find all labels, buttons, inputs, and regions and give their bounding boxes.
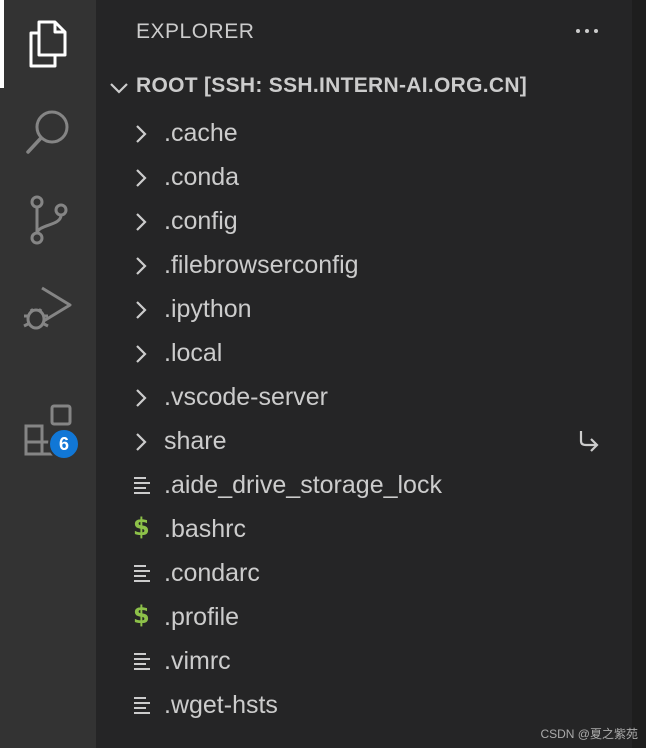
chevron-right-icon [134, 167, 148, 194]
folder-item[interactable]: .cache [96, 111, 632, 155]
file-item[interactable]: $ .bashrc [96, 507, 632, 551]
chevron-down-icon [108, 78, 130, 103]
watermark: CSDN @夏之紫苑 [540, 727, 638, 741]
folder-item[interactable]: .filebrowserconfig [96, 243, 632, 287]
folder-label: .ipython [164, 295, 252, 323]
editor-edge [632, 0, 646, 748]
ellipsis-icon [576, 29, 580, 33]
shell-dollar-icon: $ [133, 601, 150, 629]
folder-label: share [164, 427, 227, 455]
activity-run-debug[interactable] [0, 264, 96, 352]
text-file-icon [132, 649, 152, 678]
file-label: .bashrc [164, 515, 246, 543]
file-item[interactable]: .wget-hsts [96, 683, 632, 727]
chevron-right-icon [134, 211, 148, 238]
shell-dollar-icon: $ [133, 513, 150, 541]
file-label: .vimrc [164, 647, 231, 675]
text-file-icon [132, 473, 152, 502]
text-file-icon [132, 693, 152, 722]
more-actions-button[interactable] [570, 14, 604, 48]
source-control-icon [25, 194, 71, 246]
run-debug-icon [22, 282, 74, 334]
folder-label: .config [164, 207, 238, 235]
chevron-right-icon [134, 387, 148, 414]
folder-label: .local [164, 339, 223, 367]
folder-item[interactable]: .ipython [96, 287, 632, 331]
activity-search[interactable] [0, 88, 96, 176]
text-file-icon [132, 561, 152, 590]
folder-label: .cache [164, 119, 238, 147]
file-item[interactable]: $ .profile [96, 595, 632, 639]
search-icon [23, 107, 73, 157]
file-item[interactable]: .aide_drive_storage_lock [96, 463, 632, 507]
workspace-root[interactable]: ROOT [SSH: SSH.INTERN-AI.ORG.CN] [96, 66, 632, 110]
folder-item[interactable]: .vscode-server [96, 375, 632, 419]
file-label: .condarc [164, 559, 260, 587]
folder-item[interactable]: .config [96, 199, 632, 243]
folder-label: .vscode-server [164, 383, 328, 411]
file-label: .aide_drive_storage_lock [164, 471, 442, 499]
file-item[interactable]: .vimrc [96, 639, 632, 683]
symlink-arrow-icon [576, 429, 600, 458]
explorer-sidebar: EXPLORER ROOT [SSH: SSH.INTERN-AI.ORG.CN… [96, 0, 632, 748]
folder-item[interactable]: .local [96, 331, 632, 375]
chevron-right-icon [134, 431, 148, 458]
folder-label: .filebrowserconfig [164, 251, 359, 279]
activity-bar: 6 [0, 0, 96, 748]
folder-item-symlink[interactable]: share [96, 419, 632, 463]
files-icon [25, 19, 71, 69]
chevron-right-icon [134, 343, 148, 370]
workspace-root-label: ROOT [SSH: SSH.INTERN-AI.ORG.CN] [136, 74, 528, 97]
file-label: .wget-hsts [164, 691, 278, 719]
extensions-badge: 6 [48, 428, 80, 460]
sidebar-title: EXPLORER [136, 20, 255, 43]
chevron-right-icon [134, 123, 148, 150]
activity-explorer[interactable] [0, 0, 96, 88]
folder-label: .conda [164, 163, 240, 191]
activity-source-control[interactable] [0, 176, 96, 264]
folder-item[interactable]: .conda [96, 155, 632, 199]
chevron-right-icon [134, 255, 148, 282]
file-item[interactable]: .condarc [96, 551, 632, 595]
activity-extensions[interactable] [0, 388, 96, 472]
file-label: .profile [164, 603, 240, 631]
chevron-right-icon [134, 299, 148, 326]
